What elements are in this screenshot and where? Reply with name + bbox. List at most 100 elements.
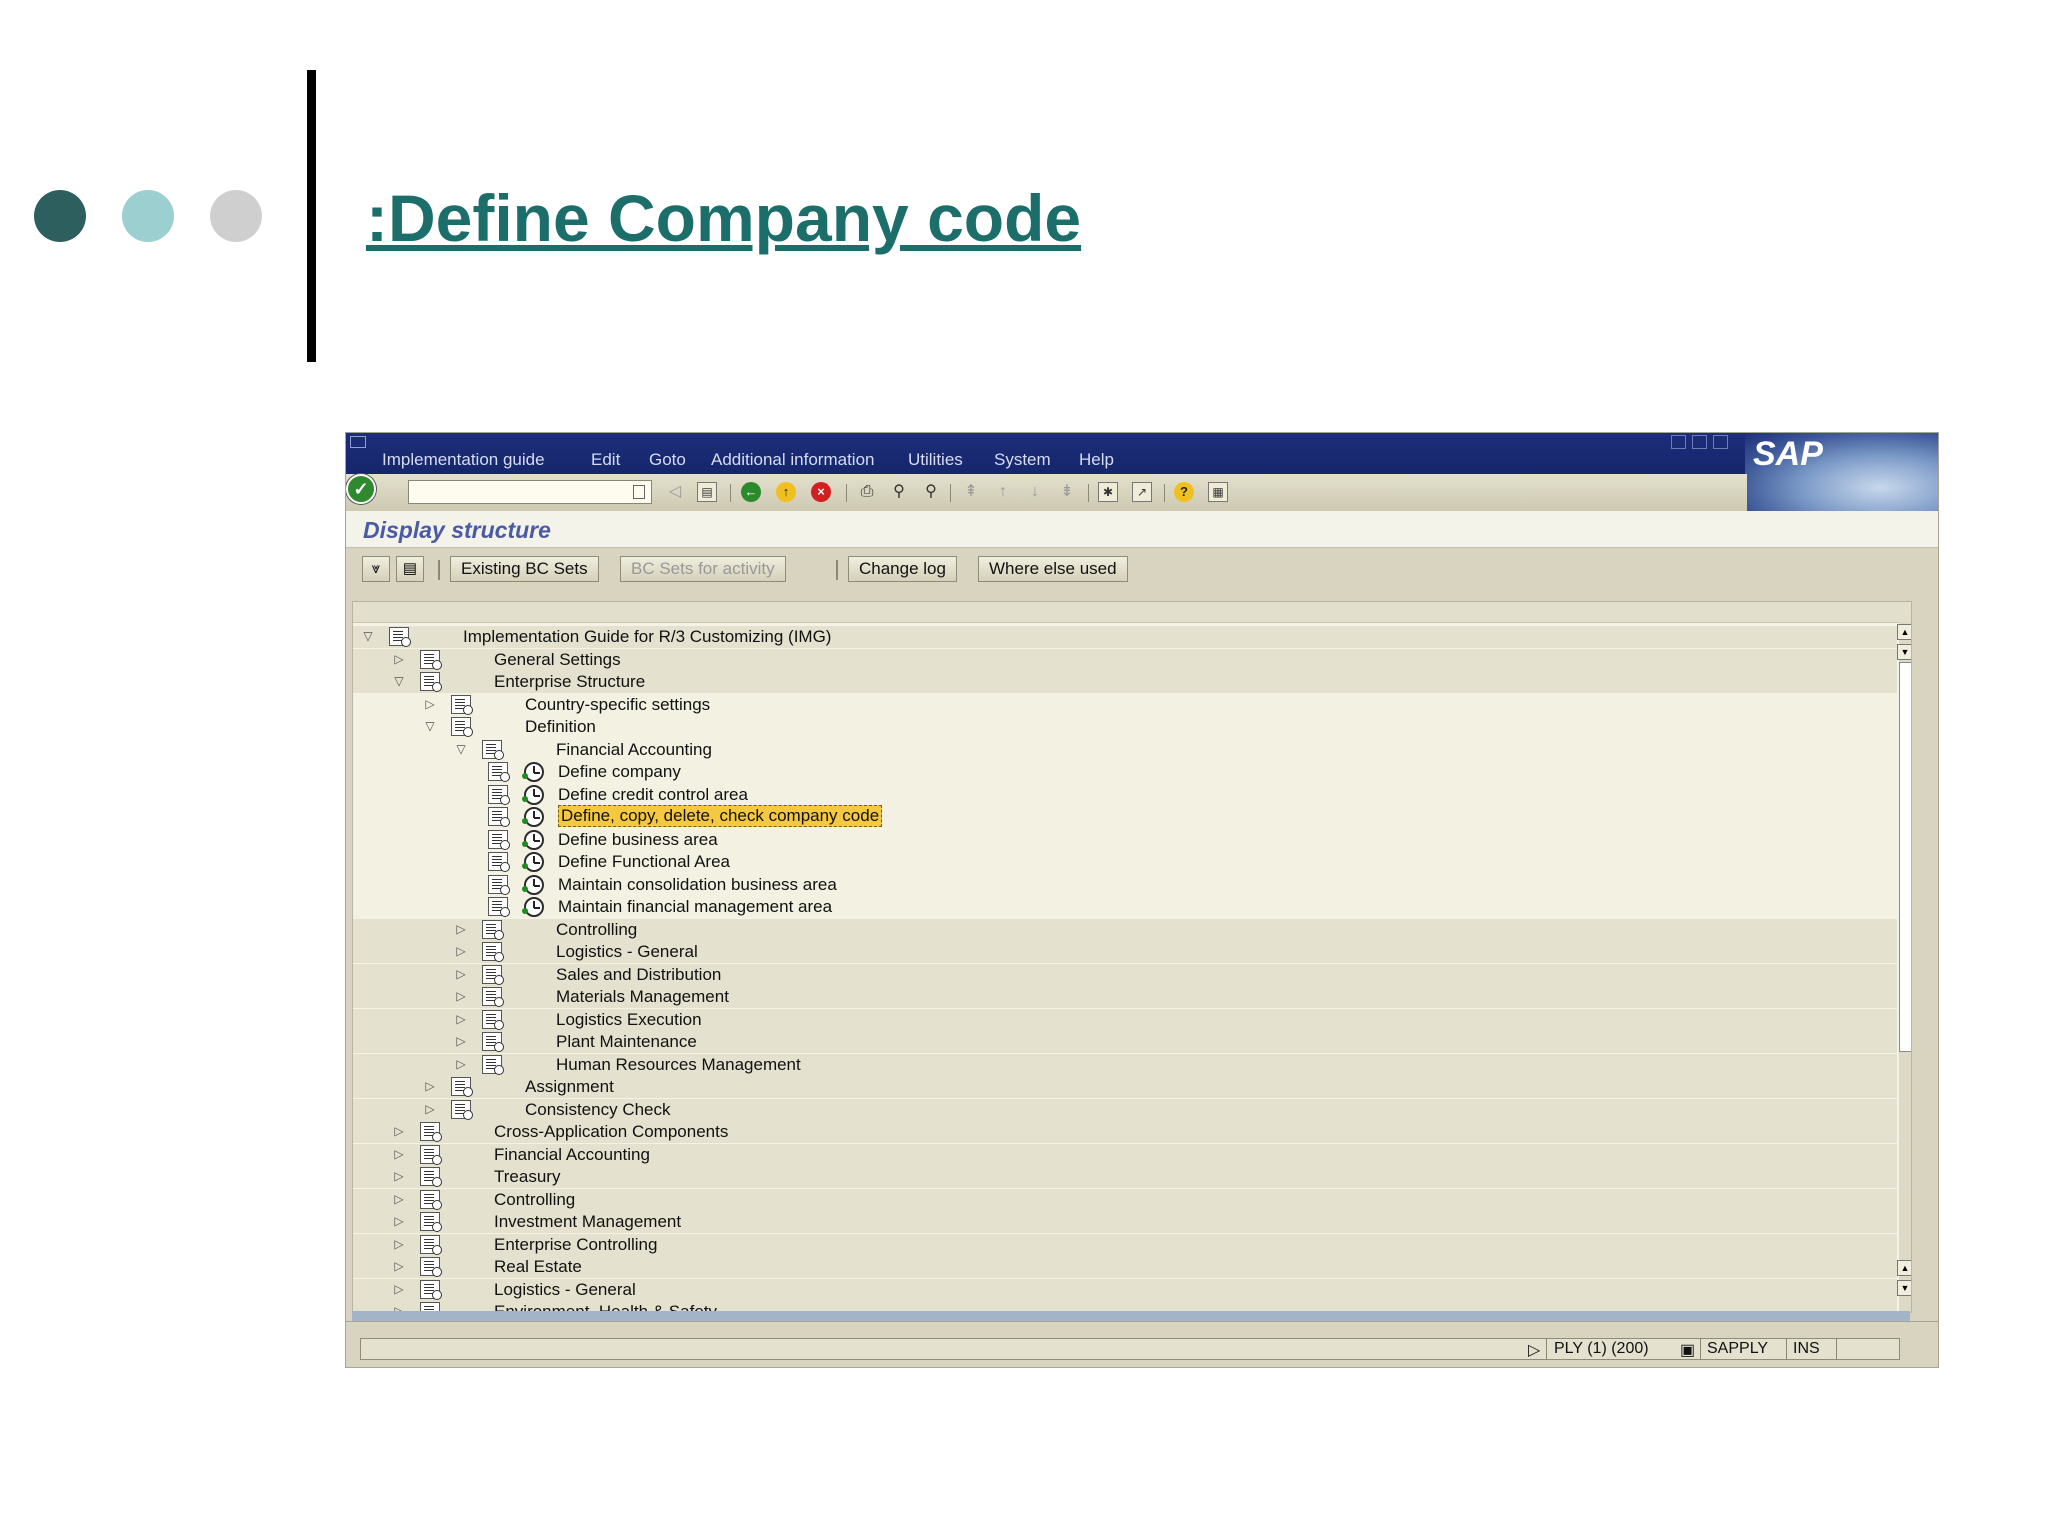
tree-node-label[interactable]: General Settings (494, 650, 621, 670)
menu-implementation-guide[interactable]: Implementation guide (382, 450, 545, 470)
expand-subtree-icon[interactable]: ⩔ (362, 556, 390, 582)
tree-node[interactable]: ▷ Enterprise Controlling (353, 1233, 1897, 1256)
expand-node-icon[interactable]: ▷ (454, 989, 468, 1003)
back-arrow-icon[interactable]: ◁ (664, 482, 686, 502)
find-icon[interactable]: ⚲ (888, 482, 910, 502)
tree-node[interactable]: ▷ Financial Accounting (353, 1143, 1897, 1166)
documentation-icon[interactable] (482, 942, 504, 962)
expand-node-icon[interactable]: ▷ (392, 1147, 406, 1161)
tree-node[interactable]: ▷ Controlling (353, 1188, 1897, 1211)
tree-node[interactable]: Maintain consolidation business area (353, 873, 1897, 896)
expand-node-icon[interactable]: ▷ (454, 1012, 468, 1026)
status-mode[interactable]: INS (1793, 1340, 1820, 1358)
tree-node-label[interactable]: Enterprise Controlling (494, 1235, 657, 1255)
status-expand-icon[interactable]: ▷ (1528, 1340, 1540, 1360)
expand-node-icon[interactable]: ▷ (423, 1079, 437, 1093)
exit-icon[interactable]: ↑ (776, 482, 796, 502)
tree-node[interactable]: Define credit control area (353, 783, 1897, 806)
expand-node-icon[interactable]: ▷ (454, 944, 468, 958)
create-session-icon[interactable]: ✱ (1098, 482, 1118, 502)
tree-node-label[interactable]: Cross-Application Components (494, 1122, 728, 1142)
menu-utilities[interactable]: Utilities (908, 450, 963, 470)
documentation-icon[interactable] (420, 649, 442, 670)
tree-node[interactable]: Define company (353, 761, 1897, 783)
tree-node[interactable]: ▷ Logistics - General (353, 941, 1897, 963)
documentation-icon[interactable] (482, 987, 504, 1007)
documentation-icon[interactable] (451, 1099, 473, 1120)
documentation-icon[interactable] (488, 897, 510, 917)
tree-node-label[interactable]: Investment Management (494, 1212, 681, 1232)
documentation-icon[interactable] (488, 829, 510, 850)
documentation-icon[interactable] (420, 1189, 442, 1210)
existing-bc-sets-button[interactable]: Existing BC Sets (450, 556, 599, 582)
last-page-icon[interactable]: ⇟ (1056, 482, 1078, 502)
layout-menu-icon[interactable]: ▦ (1208, 482, 1228, 502)
execute-activity-icon[interactable] (522, 784, 544, 805)
expand-node-icon[interactable]: ▷ (454, 922, 468, 936)
documentation-icon[interactable] (488, 762, 510, 782)
documentation-icon[interactable] (420, 672, 442, 692)
tree-node[interactable]: ▽ Implementation Guide for R/3 Customizin… (353, 626, 1897, 648)
documentation-icon[interactable] (420, 1144, 442, 1165)
tree-node[interactable]: ▷ Consistency Check (353, 1098, 1897, 1121)
tree-node[interactable]: ▽ Definition (353, 716, 1897, 738)
tree-node[interactable]: ▽ Financial Accounting (353, 738, 1897, 761)
expand-node-icon[interactable]: ▷ (423, 1102, 437, 1116)
expand-node-icon[interactable]: ▷ (392, 1259, 406, 1273)
tree-node-label[interactable]: Sales and Distribution (556, 965, 721, 985)
documentation-icon[interactable] (420, 1212, 442, 1232)
execute-activity-icon[interactable] (522, 829, 544, 850)
status-session-icon[interactable]: ▣ (1680, 1340, 1695, 1360)
tree-node[interactable]: Define, copy, delete, check company code (353, 805, 1897, 828)
expand-node-icon[interactable]: ▷ (392, 1214, 406, 1228)
minimize-icon[interactable] (1671, 435, 1686, 449)
documentation-icon[interactable] (482, 1032, 504, 1052)
bc-sets-for-activity-button[interactable]: BC Sets for activity (620, 556, 786, 582)
tree-node[interactable]: ▷ Human Resources Management (353, 1053, 1897, 1076)
tree-node-label[interactable]: Controlling (494, 1190, 575, 1210)
scroll-up-icon[interactable]: ▲ (1897, 624, 1911, 640)
collapse-node-icon[interactable]: ▽ (361, 629, 375, 643)
expand-node-icon[interactable]: ▷ (392, 1237, 406, 1251)
expand-node-icon[interactable]: ▷ (392, 1124, 406, 1138)
tree-node-label[interactable]: Country-specific settings (525, 695, 710, 715)
window-menu-icon[interactable] (350, 436, 366, 448)
documentation-icon[interactable]: ▤ (396, 556, 424, 582)
expand-node-icon[interactable]: ▷ (454, 1057, 468, 1071)
tree-node[interactable]: Maintain financial management area (353, 896, 1897, 918)
tree-node-label[interactable]: Definition (525, 717, 596, 737)
tree-node-label[interactable]: Plant Maintenance (556, 1032, 697, 1052)
expand-node-icon[interactable]: ▷ (392, 1282, 406, 1296)
execute-activity-icon[interactable] (522, 852, 544, 872)
documentation-icon[interactable] (488, 874, 510, 895)
execute-activity-icon[interactable] (522, 762, 544, 782)
save-icon[interactable]: ▤ (697, 482, 717, 502)
documentation-icon[interactable] (482, 1054, 504, 1075)
find-next-icon[interactable]: ⚲ (920, 482, 942, 502)
tree-node-label[interactable]: Maintain consolidation business area (558, 875, 837, 895)
menu-edit[interactable]: Edit (591, 450, 620, 470)
tree-node-label[interactable]: Controlling (556, 920, 637, 940)
tree-node[interactable]: ▷ Cross-Application Components (353, 1121, 1897, 1143)
tree-node-label[interactable]: Assignment (525, 1077, 614, 1097)
tree-node-label[interactable]: Define company (558, 762, 681, 782)
tree-node[interactable]: Define Functional Area (353, 851, 1897, 873)
documentation-icon[interactable] (420, 1234, 442, 1255)
tree-node-label-selected[interactable]: Define, copy, delete, check company code (558, 805, 883, 827)
tree-node[interactable]: ▷ Assignment (353, 1076, 1897, 1098)
tree-node[interactable]: ▽ Enterprise Structure (353, 671, 1897, 693)
command-history-icon[interactable] (633, 485, 645, 499)
documentation-icon[interactable] (420, 1279, 442, 1300)
expand-node-icon[interactable]: ▷ (423, 697, 437, 711)
tree-node-label[interactable]: Implementation Guide for R/3 Customizing… (463, 627, 831, 647)
documentation-icon[interactable] (482, 1009, 504, 1030)
tree-node[interactable]: ▷ Sales and Distribution (353, 963, 1897, 986)
tree-node-label[interactable]: Treasury (494, 1167, 560, 1187)
maximize-icon[interactable] (1692, 435, 1707, 449)
documentation-icon[interactable] (389, 627, 411, 647)
scroll-up-bottom-icon[interactable]: ▲ (1897, 1260, 1911, 1276)
tree-node[interactable]: ▷ Country-specific settings (353, 693, 1897, 716)
menu-help[interactable]: Help (1079, 450, 1114, 470)
documentation-icon[interactable] (482, 739, 504, 760)
shortcut-icon[interactable]: ↗ (1132, 482, 1152, 502)
